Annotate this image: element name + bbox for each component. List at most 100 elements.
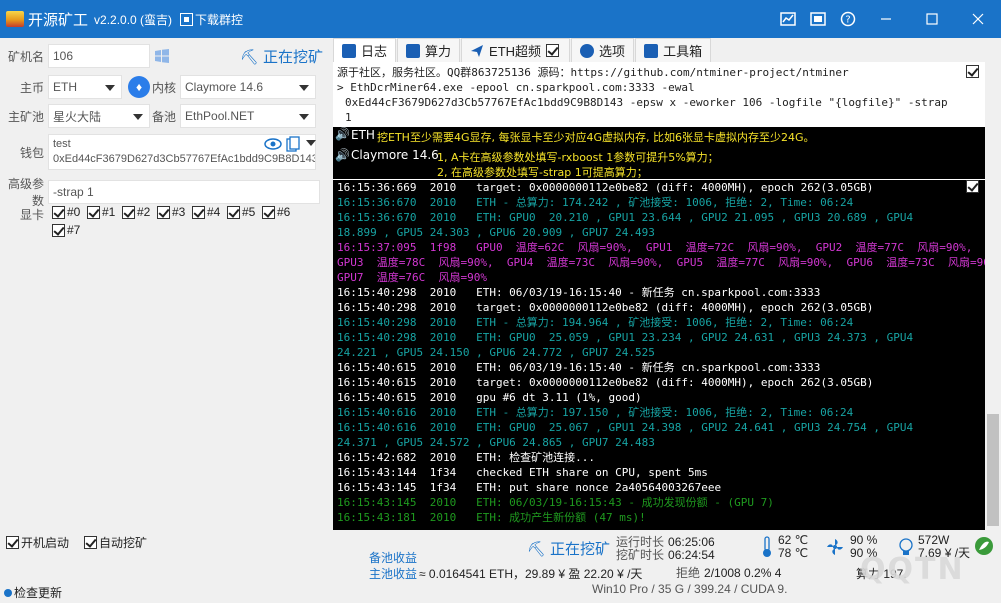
minetime-value: 06:24:54 [668,547,715,562]
gpu-card-checkbox[interactable]: #7 [52,222,87,238]
copy-icon[interactable] [286,136,300,152]
check-update-label: 检查更新 [14,586,63,600]
qqtn-watermark: QQTN [860,552,965,587]
checkbox [262,205,275,219]
log-line: 16:15:36:670 2010 ETH - 总算力: 174.242 , 矿… [337,196,854,209]
reject-stat: 拒绝 2/1008 0.2% 4 [676,564,781,581]
checkbox [157,205,170,219]
gpu-card-label: #3 [172,205,186,219]
backup-income-label: 备池收益 [369,551,418,565]
miner-name-field[interactable]: 106 [48,44,150,68]
tab-log[interactable]: 日志 [333,38,397,62]
wallet-label: 钱包 [19,145,44,160]
mining-config-panel: 矿机名 106 ⛏ 正在挖矿 主币 ETH ♦ 内核 Claymore 14.6… [0,38,330,528]
command-line-2: 0xEd44cF3679D627d3Cb57767EfAc1bdd9C9B8D1… [345,96,948,109]
pool-select[interactable]: 星火大陆 [48,104,150,128]
chart-icon[interactable] [773,0,803,38]
system-info: Win10 Pro / 35 G / 399.24 / CUDA 9. [592,582,788,596]
mining-status-label: 正在挖矿 [263,49,324,66]
scrollbar-thumb[interactable] [987,414,999,526]
community-text: 源于社区，服务社区。QQ群863725136 源码：https://github… [337,66,849,79]
overclock-icon [470,44,484,58]
eth-note: 挖ETH至少需要4G显存, 每张显卡至少对应4G虚拟内存, 比如6张显卡虚拟内存… [377,131,815,144]
gpu-card-label: #2 [137,205,151,219]
bottom-mining-status-label: 正在挖矿 [550,541,611,558]
autostart-label: 开机启动 [21,536,70,550]
claymore-tip-1: 1, A卡在高级参数处填写-rxboost 1参数可提升5%算力； [437,151,719,164]
gpu-card-checkbox[interactable]: #2 [122,204,157,220]
gpu-card-checkbox[interactable]: #0 [52,204,87,220]
log-scrollbar[interactable] [985,62,1001,530]
checkbox [227,205,240,219]
tab-options[interactable]: 选项 [571,38,635,62]
miner-name-label: 矿机名 [7,49,44,64]
log-line: 16:15:42:682 2010 ETH: 检查矿池连接... [337,451,596,464]
close-icon[interactable] [955,0,1001,38]
pool-row: 主矿池 星火大陆 备池 EthPool.NET [0,104,316,128]
log-line: 16:15:40:616 2010 ETH - 总算力: 197.150 , 矿… [337,406,854,419]
gpu-card-checkbox[interactable]: #6 [262,204,297,220]
automine-checkbox[interactable]: 自动挖矿 [84,534,147,551]
chevron-down-icon[interactable] [306,140,316,146]
thermometer-icon [763,536,771,557]
log-line: GPU7 温度=76C 风扇=90% [337,271,487,284]
tab-hashrate[interactable]: 算力 [397,38,461,62]
hashrate-icon [406,43,421,58]
checkbox [84,536,97,549]
tab-label: 选项 [599,44,626,59]
overclock-checkbox[interactable] [546,44,560,57]
tab-eth-overclock[interactable]: ETH超频 [461,38,571,62]
app-logo-icon [6,11,24,27]
gpu-card-label: #4 [207,205,221,219]
log-line: 16:15:43:145 1f34 ETH: put share nonce 2… [337,481,722,494]
log-line: 16:15:40:615 2010 target: 0x0000000112e0… [337,376,874,389]
reject-label: 拒绝 [676,566,701,580]
log-line: 16:15:40:298 2010 ETH - 总算力: 194.964 , 矿… [337,316,854,329]
advanced-params-input[interactable]: -strap 1 [48,180,320,204]
minimize-icon[interactable] [863,0,909,38]
toolbox-icon [644,43,659,58]
eye-icon[interactable] [264,138,282,150]
log-line: 16:15:40:298 2010 target: 0x0000000112e0… [337,301,874,314]
main-income-value: ≈ 0.0164541 ETH，29.89 ¥ 盈 22.20 ¥ /天 [419,567,643,581]
gpu-card-label: #1 [102,205,116,219]
gpu-card-list: #0 #1 #2 #3 #4 #5 #6 #7 [52,204,330,240]
backup-pool-value: EthPool.NET [185,109,255,123]
gpu-card-label: #6 [277,205,291,219]
pool-value: 星火大陆 [53,109,102,124]
speaker-icon: 🔊 [335,127,350,141]
mining-status[interactable]: ⛏ 正在挖矿 [240,46,323,67]
maximize-icon[interactable] [909,0,955,38]
backup-pool-select[interactable]: EthPool.NET [180,104,316,128]
gpu-card-checkbox[interactable]: #1 [87,204,122,220]
gpu-card-checkbox[interactable]: #3 [157,204,192,220]
claymore-tip-2: 2, 在高级参数处填写-strap 1可提高算力； [437,166,648,179]
auto-scroll-checkbox[interactable] [966,65,979,78]
coin-select[interactable]: ETH [48,75,122,99]
log-lines: 16:15:36:669 2010 target: 0x0000000112e0… [337,180,985,525]
bottom-mining-status[interactable]: ⛏ 正在挖矿 [527,538,610,559]
gpu-card-checkbox[interactable]: #4 [192,204,227,220]
pool-label: 主矿池 [7,109,44,124]
pickaxe-icon: ⛏ [527,540,547,558]
gpu-card-checkbox[interactable]: #5 [227,204,262,220]
skin-icon[interactable] [803,0,833,38]
kernel-label: 内核 [151,80,176,95]
log-line: 18.899 , GPU5 24.303 , GPU6 20.909 , GPU… [337,226,655,239]
minetime-label: 挖矿时长 [616,548,665,562]
download-group-link[interactable]: 下载群控 [180,11,243,28]
kernel-select[interactable]: Claymore 14.6 [180,75,316,99]
tab-label: 工具箱 [663,44,703,59]
claymore-label: Claymore 14.6 [351,148,439,162]
main-income-label: 主池收益 [369,567,418,581]
tab-toolbox[interactable]: 工具箱 [635,38,712,62]
app-title: 开源矿工 [28,10,89,29]
app-version: v2.2.0.0 (蛮吉) [94,12,173,27]
log-line: 16:15:43:181 2010 ETH: 成功产生新份额 (47 ms)! [337,511,646,524]
log-line: 16:15:40:615 2010 ETH: 06/03/19-16:15:40… [337,361,821,374]
help-icon[interactable]: ? [833,0,863,38]
check-update-link[interactable]: 检查更新 [4,584,62,601]
cards-label: 显卡 [19,208,44,222]
autostart-checkbox[interactable]: 开机启动 [6,534,69,551]
title-bar: 开源矿工 v2.2.0.0 (蛮吉) 下载群控 ? [0,0,1001,38]
